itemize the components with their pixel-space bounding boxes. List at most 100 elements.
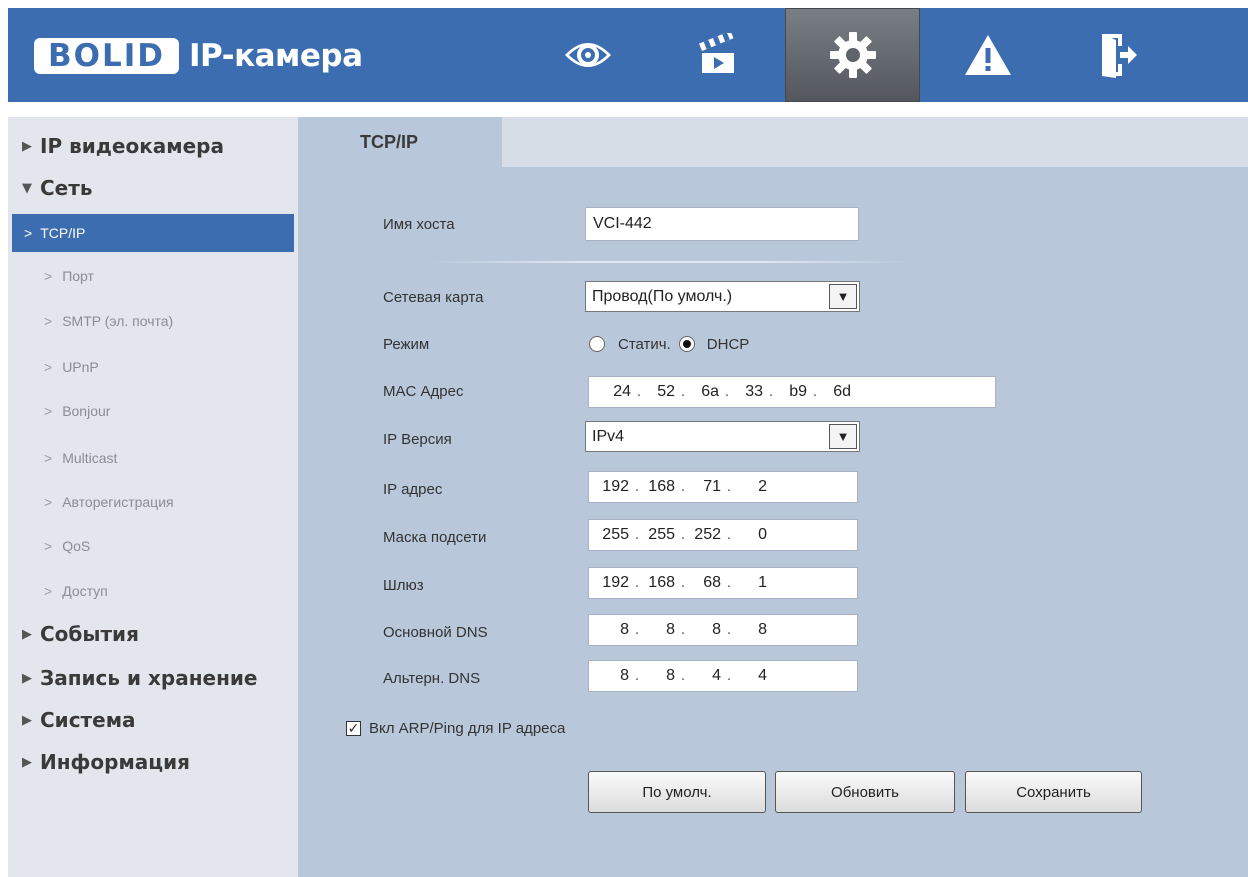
- gateway-field[interactable]: 192. 168. 68. 1: [588, 567, 858, 599]
- gateway-octet[interactable]: 1: [737, 574, 767, 592]
- gateway-octet[interactable]: 68: [691, 574, 721, 592]
- mac-label: MAC Адрес: [383, 382, 464, 400]
- nav-settings[interactable]: [785, 8, 920, 102]
- chevron-right-icon: >: [44, 538, 53, 554]
- gateway-label: Шлюз: [383, 576, 424, 594]
- sidebar-item-network[interactable]: ▼ Сеть: [22, 176, 92, 200]
- sidebar-item-label: Запись и хранение: [40, 666, 258, 690]
- expand-triangle-icon: ▶: [22, 670, 32, 686]
- mode-dhcp-label: DHCP: [706, 335, 750, 353]
- ip-octet[interactable]: 192: [599, 478, 629, 496]
- ip-octet[interactable]: 71: [691, 478, 721, 496]
- sidebar-item-ip-camera[interactable]: ▶ IP видеокамера: [22, 134, 224, 158]
- gateway-octet[interactable]: 192: [599, 574, 629, 592]
- expand-triangle-icon: ▶: [22, 712, 32, 728]
- nav-live-view[interactable]: [520, 8, 655, 102]
- top-bar: BOLID IP-камера: [8, 8, 1248, 102]
- chevron-right-icon: >: [44, 583, 53, 599]
- nav-playback[interactable]: [650, 8, 785, 102]
- dns2-octet[interactable]: 8: [645, 667, 675, 685]
- mask-octet[interactable]: 255: [645, 526, 675, 544]
- arp-ping-option: ✓ Вкл ARP/Ping для IP адреса: [346, 718, 565, 738]
- app-title: IP-камера: [189, 38, 363, 74]
- primary-dns-label: Основной DNS: [383, 623, 488, 641]
- clapperboard-icon: [698, 33, 734, 73]
- nic-select[interactable]: Провод(По умолч.) ▼: [585, 281, 860, 312]
- mode-static-label: Статич.: [618, 335, 671, 353]
- mode-label: Режим: [383, 335, 430, 353]
- primary-dns-field[interactable]: 8. 8. 8. 8: [588, 614, 858, 646]
- nic-value: Провод(По умолч.): [592, 287, 733, 305]
- collapse-triangle-icon: ▼: [22, 180, 32, 196]
- dns2-octet[interactable]: 8: [599, 667, 629, 685]
- sidebar-item-label: События: [40, 622, 139, 646]
- dns1-octet[interactable]: 8: [645, 621, 675, 639]
- sidebar-item-label: Bonjour: [62, 403, 111, 419]
- mac-octet: b9: [789, 383, 807, 400]
- default-button[interactable]: По умолч.: [588, 771, 766, 813]
- subnet-mask-field[interactable]: 255. 255. 252. 0: [588, 519, 858, 551]
- save-button[interactable]: Сохранить: [965, 771, 1142, 813]
- chevron-down-icon[interactable]: ▼: [829, 284, 857, 309]
- mode-static-radio[interactable]: [589, 336, 605, 352]
- mask-octet[interactable]: 0: [737, 526, 767, 544]
- dns1-octet[interactable]: 8: [691, 621, 721, 639]
- sidebar-item-access[interactable]: > Доступ: [44, 581, 108, 601]
- ip-octet[interactable]: 168: [645, 478, 675, 496]
- ip-version-value: IPv4: [592, 427, 625, 445]
- hostname-input[interactable]: VCI-442: [585, 207, 859, 241]
- chevron-right-icon: >: [44, 403, 53, 419]
- sidebar-item-recording[interactable]: ▶ Запись и хранение: [22, 666, 257, 690]
- nav-logout[interactable]: [1050, 8, 1185, 102]
- mask-octet[interactable]: 255: [599, 526, 629, 544]
- sidebar-item-smtp[interactable]: > SMTP (эл. почта): [44, 311, 173, 331]
- refresh-button[interactable]: Обновить: [775, 771, 955, 813]
- mac-octet: 52: [657, 383, 675, 400]
- chevron-right-icon: >: [44, 494, 53, 510]
- gateway-octet[interactable]: 168: [645, 574, 675, 592]
- sidebar-item-events[interactable]: ▶ События: [22, 622, 139, 646]
- sidebar-item-info[interactable]: ▶ Информация: [22, 750, 190, 774]
- sidebar-item-bonjour[interactable]: > Bonjour: [44, 401, 110, 421]
- chevron-down-icon[interactable]: ▼: [829, 424, 857, 449]
- dns2-octet[interactable]: 4: [737, 667, 767, 685]
- eye-icon: [564, 43, 611, 67]
- sidebar-item-autoregistration[interactable]: > Авторегистрация: [44, 492, 174, 512]
- alternate-dns-label: Альтерн. DNS: [383, 669, 481, 687]
- ip-octet[interactable]: 2: [737, 478, 767, 496]
- ip-address-label: IP адрес: [383, 480, 443, 498]
- exit-door-icon: [1101, 34, 1137, 78]
- tab-tcpip[interactable]: TCP/IP: [298, 117, 502, 167]
- sidebar-item-label: IP видеокамера: [40, 134, 224, 158]
- dns1-octet[interactable]: 8: [737, 621, 767, 639]
- sidebar-item-label: Доступ: [62, 583, 108, 599]
- mask-octet[interactable]: 252: [691, 526, 721, 544]
- dns1-octet[interactable]: 8: [599, 621, 629, 639]
- mac-octet: 6d: [833, 383, 851, 400]
- sidebar-item-label: Авторегистрация: [62, 494, 174, 510]
- sidebar-item-label: Multicast: [62, 450, 118, 466]
- chevron-right-icon: >: [44, 450, 53, 466]
- gear-icon: [829, 32, 876, 78]
- sidebar-item-system[interactable]: ▶ Система: [22, 708, 136, 732]
- expand-triangle-icon: ▶: [22, 626, 32, 642]
- sidebar-item-port[interactable]: > Порт: [44, 266, 94, 286]
- dns2-octet[interactable]: 4: [691, 667, 721, 685]
- nav-alarms[interactable]: [920, 8, 1055, 102]
- expand-triangle-icon: ▶: [22, 754, 32, 770]
- arp-ping-label: Вкл ARP/Ping для IP адреса: [369, 719, 566, 737]
- mode-dhcp-radio[interactable]: [678, 336, 695, 352]
- ip-version-select[interactable]: IPv4 ▼: [585, 421, 860, 452]
- sidebar-item-tcpip[interactable]: > TCP/IP: [12, 214, 294, 252]
- sidebar-item-label: UPnP: [62, 359, 99, 375]
- arp-ping-checkbox[interactable]: ✓: [346, 720, 361, 736]
- nic-label: Сетевая карта: [383, 288, 484, 306]
- alternate-dns-field[interactable]: 8. 8. 4. 4: [588, 660, 858, 692]
- expand-triangle-icon: ▶: [22, 138, 32, 154]
- hostname-label: Имя хоста: [383, 215, 455, 233]
- sidebar-item-qos[interactable]: > QoS: [44, 536, 90, 556]
- ip-address-field[interactable]: 192. 168. 71. 2: [588, 471, 858, 503]
- sidebar-item-upnp[interactable]: > UPnP: [44, 357, 99, 377]
- mac-octet: 24: [613, 383, 631, 400]
- sidebar-item-multicast[interactable]: > Multicast: [44, 448, 117, 468]
